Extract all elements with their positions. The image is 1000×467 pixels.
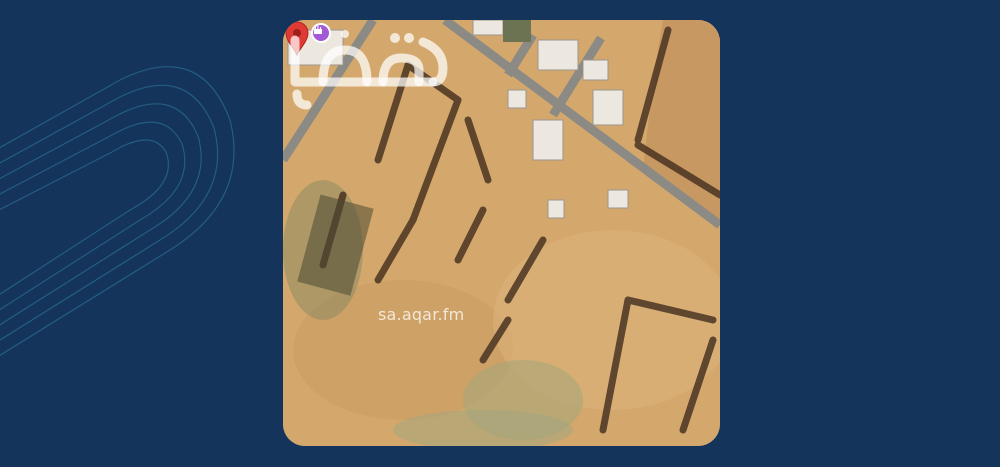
satellite-map[interactable] [283,20,720,446]
watermark-url: sa.aqar.fm [378,305,465,324]
castle-icon[interactable] [311,23,331,43]
location-pin-icon[interactable] [283,20,311,56]
map-card[interactable]: قص sa.aqar.fm [283,20,720,446]
